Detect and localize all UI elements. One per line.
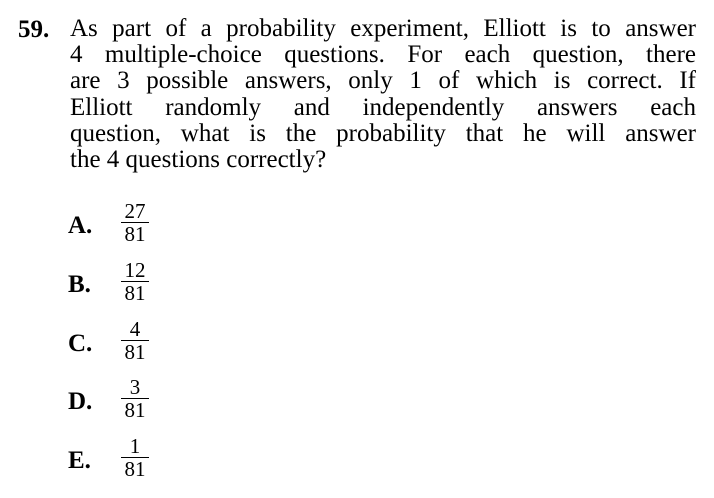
fraction-numerator: 27 [124,199,146,223]
choice-d[interactable]: D. 3 81 [68,376,188,426]
stem-line: 4 multiple-choice questions. For each qu… [70,41,696,69]
stem-line: question, what is the probability that h… [70,119,696,147]
stem-line: the 4 questions correctly? [70,146,327,174]
choice-letter: E. [68,447,91,474]
fraction-denominator: 81 [124,398,146,422]
fraction-denominator: 81 [124,340,146,364]
fraction: 4 81 [120,318,150,363]
fraction: 3 81 [120,376,150,421]
fraction: 12 81 [120,259,150,304]
choice-letter: C. [68,330,93,357]
question-stem: As part of a probability experiment, Ell… [70,15,696,174]
stem-line: As part of a probability experiment, Ell… [70,15,696,42]
fraction: 27 81 [120,200,150,245]
choice-letter: B. [68,271,91,298]
choice-c[interactable]: C. 4 81 [68,318,188,368]
choice-a[interactable]: A. 27 81 [68,200,188,250]
choice-b[interactable]: B. 12 81 [68,259,188,309]
fraction-numerator: 1 [129,434,141,458]
choice-letter: A. [68,212,93,239]
stem-line: Elliott randomly and independently answe… [70,93,696,121]
stem-line: are 3 possible answers, only 1 of which … [70,67,696,95]
fraction-denominator: 81 [124,457,146,481]
question-number: 59. [18,16,50,43]
fraction-numerator: 4 [129,317,141,341]
fraction-denominator: 81 [124,281,146,305]
fraction-denominator: 81 [124,222,146,246]
fraction-numerator: 3 [129,375,141,399]
choice-letter: D. [68,388,93,415]
fraction: 1 81 [120,435,150,480]
choice-e[interactable]: E. 1 81 [68,435,188,485]
fraction-numerator: 12 [124,258,146,282]
